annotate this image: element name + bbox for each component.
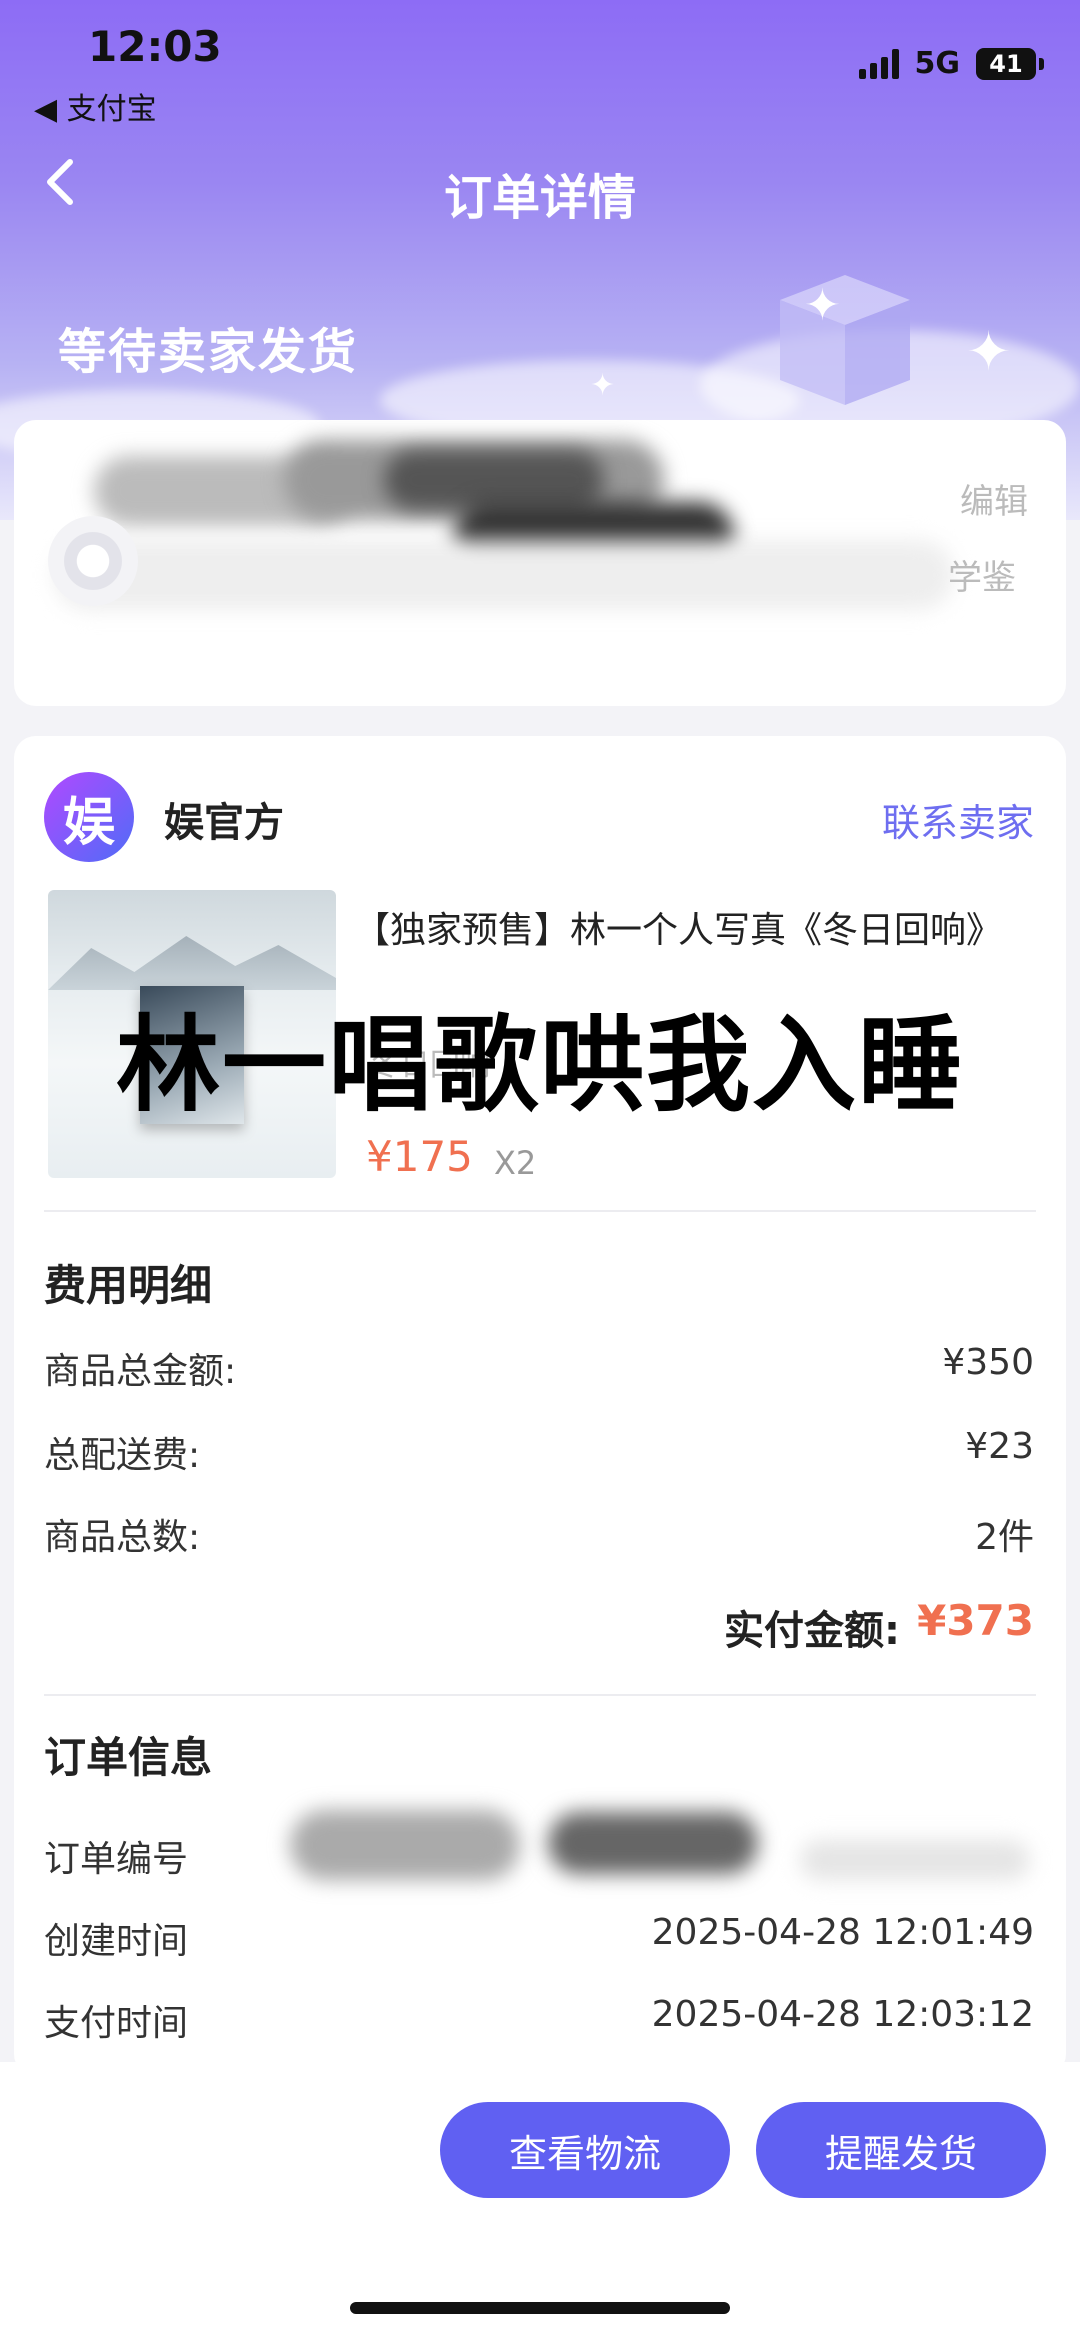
product-price: ¥175 xyxy=(366,1132,473,1181)
fee-row-value: ¥350 xyxy=(942,1342,1034,1383)
back-to-app-link[interactable]: ◀ 支付宝 xyxy=(34,84,157,128)
fee-row-value: ¥23 xyxy=(965,1426,1034,1467)
status-time: 12:03 xyxy=(88,22,222,71)
battery-icon: 41 xyxy=(976,47,1044,80)
gift-box-illustration xyxy=(780,275,910,405)
order-info-value: 2025-04-28 12:01:49 xyxy=(651,1912,1034,1953)
contact-seller-link[interactable]: 联系卖家 xyxy=(882,792,1034,847)
view-logistics-button[interactable]: 查看物流 xyxy=(440,2102,730,2198)
order-info-title: 订单信息 xyxy=(44,1733,213,1782)
shop-logo[interactable]: 娱 xyxy=(44,772,134,862)
status-indicators: 5G 41 xyxy=(858,46,1044,81)
total-paid-label: 实付金额: xyxy=(724,1608,900,1654)
battery-level: 41 xyxy=(989,49,1023,78)
sparkle-icon: ✦ xyxy=(966,320,1012,383)
shop-name[interactable]: 娱官方 xyxy=(164,790,284,848)
sparkle-icon: ✦ xyxy=(804,280,841,331)
divider xyxy=(44,1694,1036,1696)
signal-icon xyxy=(858,48,899,79)
address-card[interactable] xyxy=(14,420,1066,706)
remind-shipping-button[interactable]: 提醒发货 xyxy=(756,2102,1046,2198)
product-quantity: X2 xyxy=(494,1144,537,1182)
divider xyxy=(44,1210,1036,1212)
overlay-caption: 林一唱歌哄我入睡 xyxy=(115,1004,964,1126)
fee-row-value: 2件 xyxy=(975,1517,1034,1558)
location-icon xyxy=(48,516,138,606)
order-status: 等待卖家发货 xyxy=(58,324,359,380)
total-paid-value: ¥373 xyxy=(917,1596,1034,1645)
address-edit-link[interactable]: 编辑 xyxy=(960,474,1028,523)
order-info-label: 支付时间 xyxy=(44,2003,189,2044)
order-info-label: 创建时间 xyxy=(44,1921,189,1962)
address-hint: 学鉴 xyxy=(948,558,1016,598)
network-type: 5G xyxy=(914,46,961,81)
order-info-label: 订单编号 xyxy=(44,1839,189,1880)
shop-logo-text: 娱 xyxy=(62,792,115,853)
page-title: 订单详情 xyxy=(443,170,636,226)
sparkle-icon: ✦ xyxy=(590,368,616,403)
fee-row-label: 商品总金额: xyxy=(44,1351,237,1392)
product-title[interactable]: 【独家预售】林一个人写真《冬日回响》 xyxy=(354,906,1034,956)
home-indicator[interactable] xyxy=(350,2302,730,2314)
fee-section-title: 费用明细 xyxy=(44,1261,213,1310)
fee-row-label: 商品总数: xyxy=(44,1517,201,1558)
fee-row-label: 总配送费: xyxy=(44,1435,201,1476)
order-info-value: 2025-04-28 12:03:12 xyxy=(651,1994,1034,2035)
